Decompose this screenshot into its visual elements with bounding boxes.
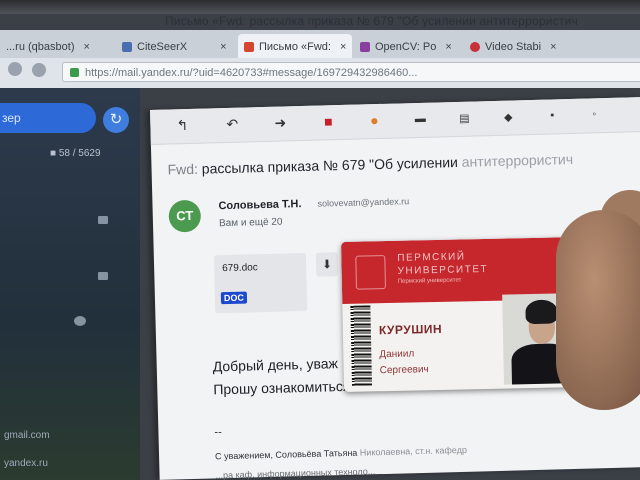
opencv-favicon-icon [360,42,370,52]
message-greeting: Добрый день, уваж [212,355,339,375]
window-title: Письмо «Fwd: рассылка приказа № 679 "Об … [165,14,578,28]
move-icon[interactable]: ▤ [456,112,472,125]
card-surname: КУРУШИН [378,321,443,338]
tab-label: Video Stabi [485,41,542,53]
sender-email[interactable]: solovevatn@yandex.ru [317,196,409,208]
photo-scene: Письмо «Fwd: рассылка приказа № 679 "Об … [0,0,640,480]
tab-opencv[interactable]: OpenCV: Po × [360,36,452,58]
folder-icon[interactable] [98,216,108,224]
thumb [556,210,640,410]
reply-icon[interactable]: ↰ [174,117,190,134]
home-icon[interactable] [32,63,46,77]
file-type-badge: DOC [220,291,248,305]
signature-text-faded: Николаевна, ст.н. кафедр [357,444,468,458]
close-icon[interactable]: × [445,41,451,53]
tab-label: ...ru (qbasbot) [6,41,75,53]
signature-separator: -- [214,426,222,439]
recipients-link[interactable]: Вам и ещё 20 [219,217,283,230]
lock-icon [70,68,79,77]
barcode [350,305,373,386]
citeseerx-favicon-icon [122,42,132,52]
student-id-card: ПЕРМСКИЙ УНИВЕРСИТЕТ Пермский университе… [341,236,593,392]
signature: С уважением, Соловьёва Татьяна Николаевн… [215,445,467,462]
university-name-line3: Пермский университет [397,277,462,285]
tab-label: CiteSeerX [137,41,188,53]
tab-mail-active[interactable]: Письмо «Fwd: × [238,34,353,60]
tab-citeseerx[interactable]: CiteSeerX × [122,36,227,58]
card-given-name: Даниил [379,348,415,361]
message-toolbar: ↰ ↶ ➜ ■ ● ▬ ▤ ◆ ▪ ◦ [150,97,640,145]
tab-1[interactable]: ...ru (qbasbot) × [6,36,90,58]
sender-name[interactable]: Соловьева Т.Н. [218,198,301,212]
more-icon[interactable]: ◦ [586,108,602,120]
tab-strip: ...ru (qbasbot) × CiteSeerX × Письмо «Fw… [0,30,640,60]
subject-text-faded: антитеррористич [457,150,574,170]
university-name-line2: УНИВЕРСИТЕТ [397,263,489,277]
monitor-bezel [0,0,640,14]
sidebar-footer-link[interactable]: gmail.com [4,430,50,441]
forward-icon[interactable]: ➜ [272,114,288,131]
close-icon[interactable]: × [340,41,346,53]
tab-label: OpenCV: Po [375,41,437,53]
tab-label: Письмо «Fwd: [259,41,331,53]
university-crest-icon [355,255,386,290]
mail-favicon-icon [244,42,254,52]
sidebar-footer-link[interactable]: yandex.ru [4,458,48,469]
address-bar[interactable]: https://mail.yandex.ru/?uid=4620733#mess… [62,62,640,82]
unread-counter: ■ 58 / 5629 [50,148,101,159]
address-row: https://mail.yandex.ru/?uid=4620733#mess… [0,58,640,88]
message-subject: Fwd: рассылка приказа № 679 "Об усилении… [167,151,573,178]
subject-text: рассылка приказа № 679 "Об усилении [201,153,459,177]
delete-icon[interactable]: ■ [320,113,336,129]
mail-sidebar [0,88,140,480]
photo-hair [525,299,558,325]
attachment-name: 679.doc [222,262,258,275]
close-icon[interactable]: × [550,41,556,53]
download-icon[interactable]: ⬇ [315,252,339,277]
settings-icon[interactable] [74,316,86,326]
university-name-line1: ПЕРМСКИЙ [397,251,466,264]
message-body-line: Прошу ознакомиться [213,377,351,398]
reply-all-icon[interactable]: ↶ [224,116,240,133]
subject-prefix: Fwd: [167,160,199,178]
pin-icon[interactable]: ◆ [500,110,516,124]
label-icon[interactable]: ▪ [544,109,560,121]
back-icon[interactable] [8,62,22,76]
card-patronymic: Сергеевич [379,364,429,377]
url-text: https://mail.yandex.ru/?uid=4620733#mess… [85,67,418,79]
signature-text: С уважением, Соловьёва Татьяна [214,447,358,462]
close-icon[interactable]: × [83,41,89,53]
attachment-card[interactable]: 679.doc DOC [213,252,308,314]
avatar[interactable]: СТ [168,199,202,233]
refresh-icon[interactable]: ↻ [103,107,129,133]
folder-icon[interactable] [98,272,108,280]
signature-line-2: ...ра каф. информационных техноло... [215,466,376,480]
tab-video-stabi[interactable]: Video Stabi × [470,36,557,58]
close-icon[interactable]: × [220,41,226,53]
spam-icon[interactable]: ● [366,112,382,128]
compose-button[interactable]: зер [0,103,96,133]
archive-icon[interactable]: ▬ [412,113,428,125]
video-favicon-icon [470,42,480,52]
